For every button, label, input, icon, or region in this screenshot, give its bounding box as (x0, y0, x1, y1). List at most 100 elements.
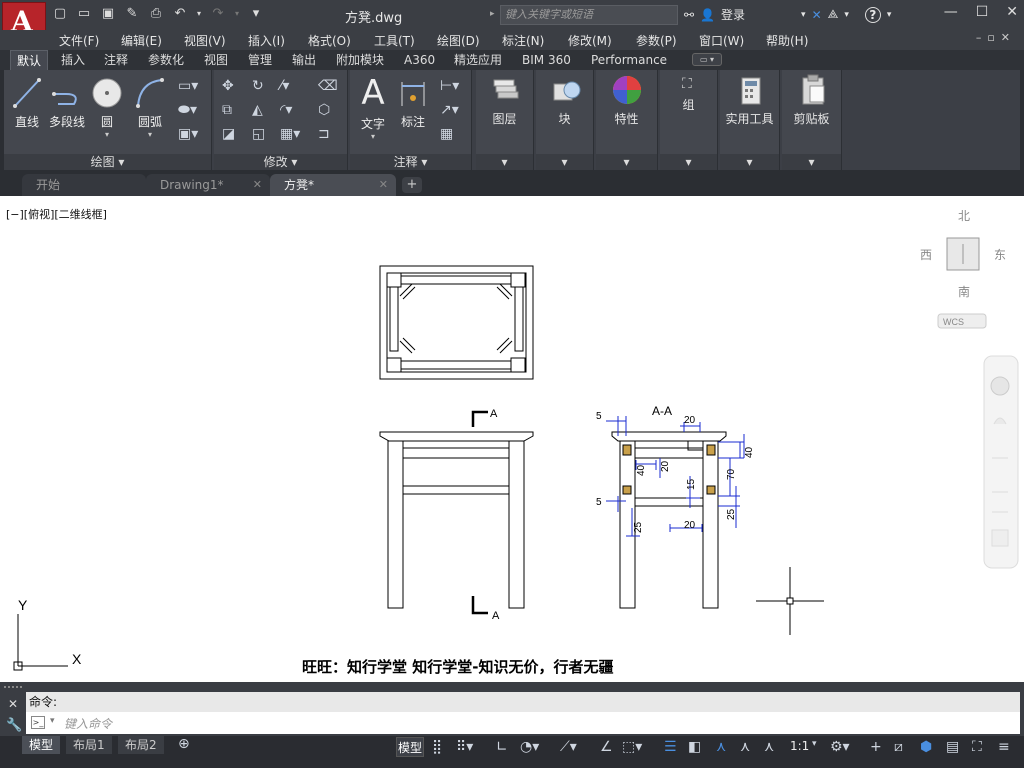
file-tab-drawing1[interactable]: Drawing1* ✕ (146, 174, 270, 196)
panel-properties[interactable]: 特性 ▾ (596, 70, 658, 170)
close-icon[interactable]: ✕ (1006, 4, 1018, 20)
menu-help[interactable]: 帮助(H) (766, 32, 808, 49)
tool-arc[interactable]: 圆弧 ▾ (130, 76, 170, 139)
menu-window[interactable]: 窗口(W) (699, 32, 744, 49)
undo-dropdown-icon[interactable]: ▾ (196, 6, 202, 22)
menu-tools[interactable]: 工具(T) (374, 32, 415, 49)
polar-icon[interactable]: ◔▾ (520, 739, 539, 755)
viewport-controls[interactable]: [−][俯视][二维线框] (6, 206, 107, 222)
maximize-icon[interactable]: ☐ (976, 4, 989, 20)
tool-text[interactable]: A 文字 ▾ (356, 74, 390, 141)
navigation-bar[interactable] (983, 355, 1019, 569)
menu-edit[interactable]: 编辑(E) (121, 32, 162, 49)
scale-icon[interactable]: ◱ (252, 126, 265, 142)
menu-insert[interactable]: 插入(I) (248, 32, 285, 49)
erase-icon[interactable]: ⌫ (318, 78, 338, 94)
ribbon-tab-parametric[interactable]: 参数化 (142, 50, 190, 70)
customize-qat-icon[interactable]: ▾ (248, 6, 264, 22)
tool-polyline[interactable]: 多段线 (46, 76, 88, 130)
ribbon-tab-performance[interactable]: Performance (585, 50, 673, 70)
a360-dropdown-icon[interactable]: ▾ (844, 10, 849, 20)
hardware-acceleration-icon[interactable]: ▤ (946, 739, 959, 755)
recent-commands-icon[interactable]: ▾ (50, 716, 55, 726)
search-expand-icon[interactable]: ▸ (490, 9, 495, 19)
menu-draw[interactable]: 绘图(D) (437, 32, 480, 49)
print-icon[interactable]: ⎙ (148, 6, 164, 22)
text-dropdown-icon[interactable]: ▾ (356, 132, 390, 141)
ribbon-tab-a360[interactable]: A360 (398, 50, 441, 70)
annotation-monitor-icon[interactable]: + (870, 739, 882, 755)
search-input[interactable]: 键入关键字或短语 (500, 5, 678, 25)
panel-annotation-label[interactable]: 注释 ▾ (350, 154, 471, 170)
menu-parametric[interactable]: 参数(P) (636, 32, 677, 49)
ribbon-minimize-button[interactable]: ▭ ▾ (692, 53, 722, 66)
ribbon-tab-insert[interactable]: 插入 (55, 50, 91, 70)
offset-icon[interactable]: ⊐ (318, 126, 330, 142)
open-folder-icon[interactable]: ▭ (76, 6, 92, 22)
annotation-scale-icon[interactable]: ⋏ (764, 739, 774, 755)
trim-icon[interactable]: ⁄▾ (280, 78, 289, 94)
tool-line[interactable]: 直线 (10, 76, 44, 130)
group-dropdown-icon[interactable]: ▾ (660, 154, 717, 170)
file-tab-start[interactable]: 开始 (22, 174, 146, 196)
linear-dim-icon[interactable]: ⊢▾ (440, 78, 459, 94)
table-icon[interactable]: ▦ (440, 126, 453, 142)
layout-tab-layout2[interactable]: 布局2 (118, 736, 164, 754)
viewcube-west[interactable]: 西 (920, 248, 932, 262)
hatch-icon[interactable]: ⬬▾ (178, 102, 197, 118)
save-as-icon[interactable]: ✎ (124, 6, 140, 22)
panel-modify-label[interactable]: 修改 ▾ (214, 154, 347, 170)
ribbon-tab-manage[interactable]: 管理 (242, 50, 278, 70)
panel-block[interactable]: 块 ▾ (536, 70, 594, 170)
viewcube-north[interactable]: 北 (958, 209, 970, 223)
command-close-icon[interactable]: ✕ (8, 697, 18, 711)
ribbon-tab-view[interactable]: 视图 (198, 50, 234, 70)
document-window-controls[interactable]: –▫✕ (976, 31, 1016, 44)
command-customize-icon[interactable]: 🔧 (6, 718, 22, 733)
clipboard-dropdown-icon[interactable]: ▾ (782, 154, 841, 170)
redo-icon[interactable]: ↷ (210, 6, 226, 22)
file-tab-fangdeng[interactable]: 方凳* ✕ (270, 174, 396, 196)
isolate-objects-icon[interactable]: ⬢ (920, 739, 932, 755)
auto-scale-icon[interactable]: ⋏ (740, 739, 750, 755)
snap-icon[interactable]: ⠿▾ (456, 739, 473, 755)
array-icon[interactable]: ▦▾ (280, 126, 300, 142)
new-tab-button[interactable]: + (402, 177, 422, 193)
binoculars-icon[interactable]: ⚯ (684, 8, 694, 22)
panel-utilities[interactable]: 实用工具 ▾ (720, 70, 780, 170)
login-link[interactable]: 登录 (721, 6, 745, 23)
help-dropdown-icon[interactable]: ▾ (887, 10, 892, 20)
menu-view[interactable]: 视图(V) (184, 32, 226, 49)
viewcube-east[interactable]: 东 (994, 248, 1006, 262)
layout-tab-model[interactable]: 模型 (22, 736, 61, 754)
copy-icon[interactable]: ⧉ (222, 102, 232, 118)
save-icon[interactable]: ▣ (100, 6, 116, 22)
rotate-icon[interactable]: ↻ (252, 78, 264, 94)
object-snap-tracking-icon[interactable]: ∠ (600, 739, 613, 755)
minimize-icon[interactable]: — (944, 4, 958, 20)
circle-dropdown-icon[interactable]: ▾ (90, 130, 124, 139)
utilities-dropdown-icon[interactable]: ▾ (720, 154, 779, 170)
ribbon-tab-output[interactable]: 输出 (286, 50, 322, 70)
grid-icon[interactable]: ⣿ (432, 739, 442, 755)
isodraft-icon[interactable]: ⟋▾ (560, 739, 577, 755)
rectangle-icon[interactable]: ▭▾ (178, 78, 198, 94)
ribbon-tab-addins[interactable]: 附加模块 (330, 50, 390, 70)
command-line[interactable]: >_ ▾ 键入命令 (26, 712, 1020, 734)
panel-layers[interactable]: 图层 ▾ (476, 70, 534, 170)
viewcube[interactable] (946, 237, 980, 271)
annotation-visibility-icon[interactable]: ⋏ (716, 739, 726, 755)
viewcube-south[interactable]: 南 (958, 284, 970, 299)
units-icon[interactable]: ⧄ (894, 739, 903, 755)
scale-dropdown-icon[interactable]: ▾ (812, 739, 817, 749)
file-tab-fangdeng-close-icon[interactable]: ✕ (379, 174, 388, 196)
customization-icon[interactable]: ≡ (998, 739, 1010, 755)
transparency-icon[interactable]: ◧ (688, 739, 701, 755)
tool-circle[interactable]: 圆 ▾ (90, 76, 124, 139)
workspace-gear-icon[interactable]: ⚙▾ (830, 739, 850, 755)
stretch-icon[interactable]: ◪ (222, 126, 235, 142)
undo-icon[interactable]: ↶ (172, 6, 188, 22)
new-layout-icon[interactable]: ⊕ (178, 736, 190, 752)
ribbon-tab-featured-apps[interactable]: 精选应用 (448, 50, 508, 70)
ribbon-tab-annotate[interactable]: 注释 (98, 50, 134, 70)
